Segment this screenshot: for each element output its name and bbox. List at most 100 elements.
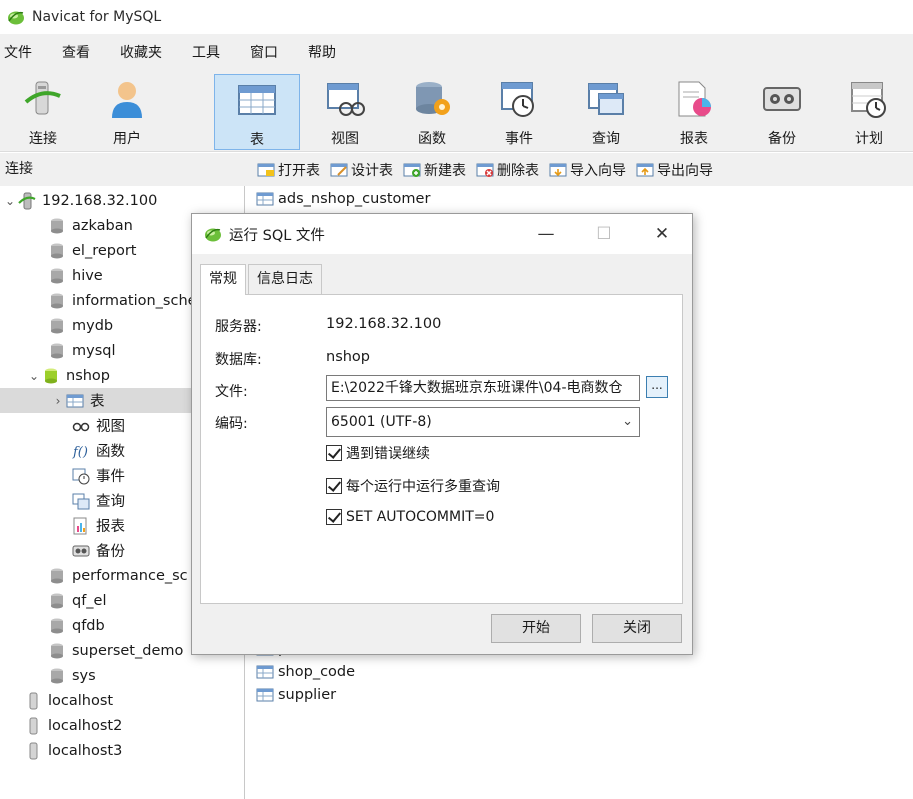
tree-db-superset-demo[interactable]: superset_demo — [48, 638, 183, 663]
delete-table-button[interactable]: 删除表 — [476, 160, 539, 180]
event-icon — [501, 82, 534, 117]
toolbar-view-button[interactable]: 视图 — [302, 74, 388, 150]
tree-server-node[interactable]: ⌄ 192.168.32.100 — [2, 188, 157, 213]
tab-message-log[interactable]: 信息日志 — [248, 264, 322, 294]
toolbar-table-button[interactable]: 表 — [214, 74, 300, 150]
event-icon — [72, 468, 90, 484]
toolbar-connection-button[interactable]: 连接 — [0, 74, 86, 150]
menu-favorites[interactable]: 收藏夹 — [105, 34, 177, 72]
toolbar-query-button[interactable]: 查询 — [563, 74, 649, 150]
minimize-button[interactable]: — — [517, 214, 575, 254]
browse-file-button[interactable]: ... — [646, 376, 668, 398]
multiple-queries-checkbox[interactable]: 每个运行中运行多重查询 — [326, 476, 500, 496]
function-icon — [416, 82, 450, 115]
table-icon — [256, 192, 274, 206]
toolbar-report-button[interactable]: 报表 — [651, 74, 737, 150]
export-wizard-icon — [636, 163, 654, 176]
tree-db-azkaban[interactable]: azkaban — [48, 213, 133, 238]
database-open-icon — [45, 368, 57, 383]
report-icon — [678, 81, 711, 117]
tree-db-el-report[interactable]: el_report — [48, 238, 137, 263]
menu-tools[interactable]: 工具 — [177, 34, 235, 72]
navicat-logo-icon — [8, 11, 24, 25]
window-title: Navicat for MySQL — [32, 9, 162, 25]
chevron-down-icon[interactable]: ⌄ — [26, 369, 42, 383]
tree-db-information-schema[interactable]: information_sche — [48, 288, 197, 313]
toolbar-user-button[interactable]: 用户 — [84, 74, 170, 150]
tree-db-mysql[interactable]: mysql — [48, 338, 116, 363]
encoding-value: 65001 (UTF-8) — [331, 414, 432, 430]
connection-icon — [29, 692, 38, 709]
toolbar-backup-button[interactable]: 备份 — [739, 74, 825, 150]
window-titlebar: Navicat for MySQL — [0, 0, 913, 34]
file-label: 文件: — [215, 384, 248, 400]
import-wizard-button[interactable]: 导入向导 — [549, 160, 626, 180]
tree-connection-localhost3[interactable]: localhost3 — [24, 738, 122, 763]
main-toolbar: 连接 用户 表 视图 函数 事件 查询 报表 备份 计划 — [0, 72, 913, 152]
schedule-icon — [851, 82, 886, 118]
connection-icon — [24, 81, 61, 115]
tree-nshop-queries[interactable]: 查询 — [72, 488, 125, 513]
database-label: 数据库: — [215, 352, 262, 368]
autocommit-checkbox[interactable]: SET AUTOCOMMIT=0 — [326, 509, 494, 525]
tree-nshop-functions[interactable]: f() 函数 — [72, 438, 125, 463]
database-icon — [51, 643, 63, 658]
database-icon — [51, 343, 63, 358]
new-table-button[interactable]: 新建表 — [403, 160, 466, 180]
database-icon — [51, 293, 63, 308]
toolbar-schedule-button[interactable]: 计划 — [826, 74, 912, 150]
connections-header: 连接 — [0, 153, 245, 186]
chevron-right-icon[interactable]: › — [50, 394, 66, 408]
continue-on-error-checkbox[interactable]: 遇到错误继续 — [326, 443, 430, 463]
table-item[interactable]: shop_code — [256, 661, 355, 683]
tree-db-hive[interactable]: hive — [48, 263, 103, 288]
dialog-title: 运行 SQL 文件 — [229, 227, 325, 244]
export-wizard-button[interactable]: 导出向导 — [636, 160, 713, 180]
tree-db-qf-el[interactable]: qf_el — [48, 588, 107, 613]
tree-db-mydb[interactable]: mydb — [48, 313, 113, 338]
server-connection-icon — [18, 192, 36, 209]
menu-view[interactable]: 查看 — [47, 34, 105, 72]
toolbar-function-button[interactable]: 函数 — [389, 74, 475, 150]
tree-nshop-reports[interactable]: 报表 — [72, 513, 125, 538]
close-button[interactable]: 关闭 — [592, 614, 682, 643]
encoding-select[interactable]: 65001 (UTF-8) ⌄ — [326, 407, 640, 437]
menu-help[interactable]: 帮助 — [293, 34, 351, 72]
tree-nshop-views[interactable]: 视图 — [72, 413, 125, 438]
tree-nshop-events[interactable]: 事件 — [72, 463, 125, 488]
import-wizard-icon — [549, 163, 567, 176]
tree-db-performance-schema[interactable]: performance_sc — [48, 563, 188, 588]
checkbox-checked-icon — [326, 445, 342, 461]
user-icon — [112, 82, 142, 118]
toolbar-event-button[interactable]: 事件 — [476, 74, 562, 150]
view-icon — [72, 422, 90, 431]
checkbox-checked-icon — [326, 478, 342, 494]
table-item[interactable]: supplier — [256, 684, 336, 706]
tree-db-qfdb[interactable]: qfdb — [48, 613, 105, 638]
delete-table-icon — [476, 163, 494, 177]
open-table-button[interactable]: 打开表 — [257, 160, 320, 180]
database-icon — [51, 218, 63, 233]
tree-nshop-backups[interactable]: 备份 — [72, 538, 125, 563]
tree-db-nshop[interactable]: ⌄ nshop — [26, 363, 110, 388]
menu-window[interactable]: 窗口 — [235, 34, 293, 72]
maximize-button[interactable]: ☐ — [575, 214, 633, 254]
tree-connection-localhost2[interactable]: localhost2 — [24, 713, 122, 738]
tab-general[interactable]: 常规 — [200, 264, 246, 295]
table-item[interactable]: ads_nshop_customer — [256, 188, 430, 210]
general-tab-panel: 服务器: 192.168.32.100 数据库: nshop 文件: E:\20… — [200, 294, 683, 604]
server-value: 192.168.32.100 — [326, 316, 442, 332]
menu-file[interactable]: 文件 — [0, 34, 47, 72]
table-icon — [238, 85, 276, 115]
chevron-down-icon[interactable]: ⌄ — [2, 194, 18, 208]
new-table-icon — [403, 163, 421, 177]
close-window-button[interactable]: ✕ — [633, 214, 691, 254]
design-table-button[interactable]: 设计表 — [330, 160, 393, 180]
query-icon — [72, 493, 90, 509]
tree-db-sys[interactable]: sys — [48, 663, 96, 688]
tree-connection-localhost[interactable]: localhost — [24, 688, 113, 713]
view-icon — [327, 83, 365, 116]
start-button[interactable]: 开始 — [491, 614, 581, 643]
design-table-icon — [330, 163, 348, 176]
file-path-input[interactable]: E:\2022千锋大数据班京东班课件\04-电商数仓 — [326, 375, 640, 401]
